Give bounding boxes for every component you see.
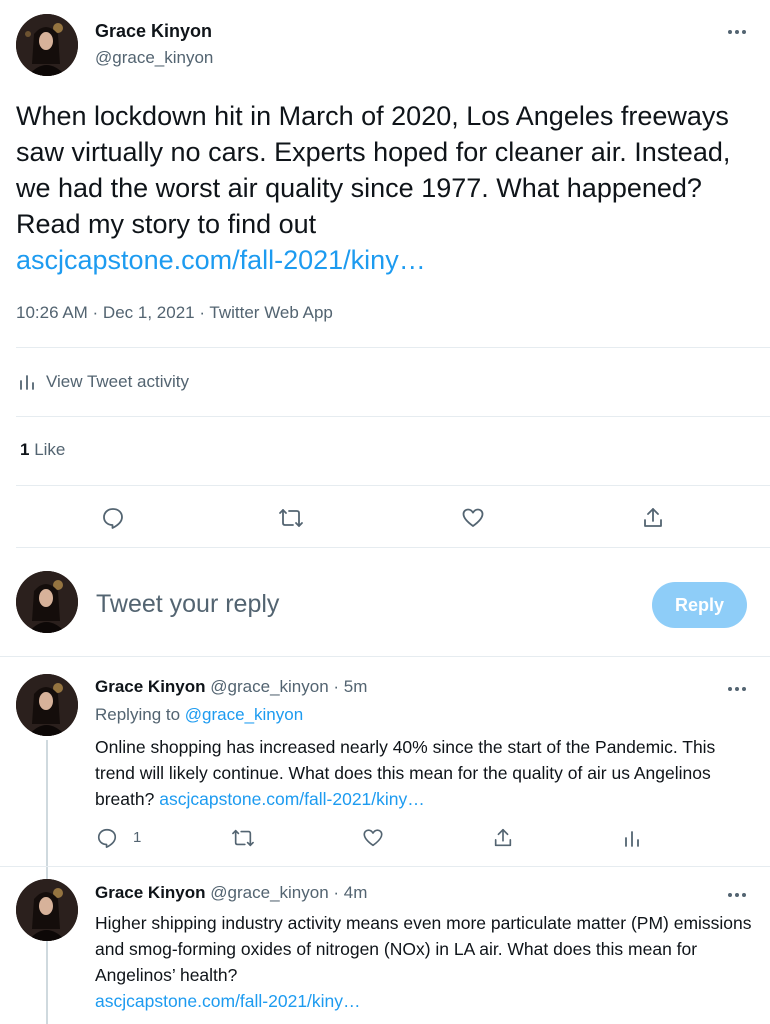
reply-body: Higher shipping industry activity means …: [95, 913, 752, 985]
avatar-photo: [16, 674, 78, 736]
reply-icon: [103, 508, 123, 529]
author-handle[interactable]: @grace_kinyon: [95, 48, 213, 68]
reply-more-button[interactable]: [724, 679, 750, 699]
reply-author-avatar[interactable]: [16, 879, 78, 941]
view-activity-link[interactable]: View Tweet activity: [18, 370, 189, 394]
reply-text: Online shopping has increased nearly 40%…: [95, 734, 755, 812]
retweet-button[interactable]: [276, 503, 306, 533]
avatar-photo: [16, 571, 78, 633]
more-horizontal-icon: [728, 30, 746, 34]
reply-button[interactable]: [98, 503, 128, 533]
replying-to-label: Replying to: [95, 705, 181, 724]
analytics-icon: [20, 375, 34, 390]
reply-author-handle[interactable]: @grace_kinyon: [210, 883, 328, 902]
replying-to: Replying to @grace_kinyon: [95, 705, 303, 725]
reply-time[interactable]: · 5m: [333, 677, 367, 696]
reply-link[interactable]: ascjcapstone.com/fall-2021/kiny…: [95, 988, 755, 1014]
replying-to-handle[interactable]: @grace_kinyon: [185, 705, 303, 724]
more-horizontal-icon: [728, 687, 746, 691]
reply-icon: [97, 828, 117, 848]
tweet-body: When lockdown hit in March of 2020, Los …: [16, 101, 731, 239]
reply-like-button[interactable]: [360, 825, 386, 851]
share-icon: [494, 828, 512, 847]
view-activity-label: View Tweet activity: [46, 372, 189, 391]
retweet-icon: [279, 509, 303, 527]
reply-link[interactable]: ascjcapstone.com/fall-2021/kiny…: [159, 789, 425, 809]
reply-header: Grace Kinyon @grace_kinyon · 4m: [95, 883, 367, 903]
reply-more-button[interactable]: [724, 885, 750, 905]
divider: [16, 485, 770, 486]
divider: [0, 656, 770, 657]
reply-header: Grace Kinyon @grace_kinyon · 5m: [95, 677, 367, 697]
divider: [16, 416, 770, 417]
more-horizontal-icon: [728, 893, 746, 897]
likes-count: 1: [20, 440, 30, 459]
current-user-avatar: [16, 571, 78, 633]
more-options-button[interactable]: [724, 22, 750, 42]
reply-reply-count: 1: [133, 829, 142, 846]
heart-icon: [462, 508, 484, 527]
avatar-photo: [16, 14, 78, 76]
divider: [16, 547, 770, 548]
tweet-text: When lockdown hit in March of 2020, Los …: [16, 98, 736, 278]
heart-icon: [363, 829, 383, 847]
author-avatar[interactable]: [16, 14, 78, 76]
avatar-photo: [16, 879, 78, 941]
analytics-icon: [625, 831, 639, 847]
share-icon: [644, 508, 662, 527]
reply-text: Higher shipping industry activity means …: [95, 910, 755, 1014]
divider: [0, 866, 770, 867]
reply-retweet-button[interactable]: [229, 825, 257, 851]
reply-author-handle[interactable]: @grace_kinyon: [210, 677, 328, 696]
likes-link[interactable]: 1 Like: [20, 440, 65, 460]
reply-author-avatar[interactable]: [16, 674, 78, 736]
reply-analytics-button[interactable]: [619, 825, 645, 851]
tweet-link[interactable]: ascjcapstone.com/fall-2021/kiny…: [16, 242, 736, 278]
likes-label: Like: [34, 440, 66, 459]
reply-input[interactable]: Tweet your reply: [96, 590, 279, 619]
author-name[interactable]: Grace Kinyon: [95, 21, 212, 42]
like-button[interactable]: [458, 503, 488, 533]
reply-author-name[interactable]: Grace Kinyon: [95, 677, 206, 696]
reply-reply-button[interactable]: [94, 825, 120, 851]
retweet-icon: [232, 829, 254, 847]
share-button[interactable]: [638, 503, 668, 533]
reply-time[interactable]: · 4m: [333, 883, 367, 902]
tweet-meta: 10:26 AM · Dec 1, 2021 · Twitter Web App: [16, 303, 333, 322]
reply-submit-button[interactable]: Reply: [652, 582, 747, 628]
reply-author-name[interactable]: Grace Kinyon: [95, 883, 206, 902]
reply-share-button[interactable]: [490, 825, 516, 851]
divider: [16, 347, 770, 348]
